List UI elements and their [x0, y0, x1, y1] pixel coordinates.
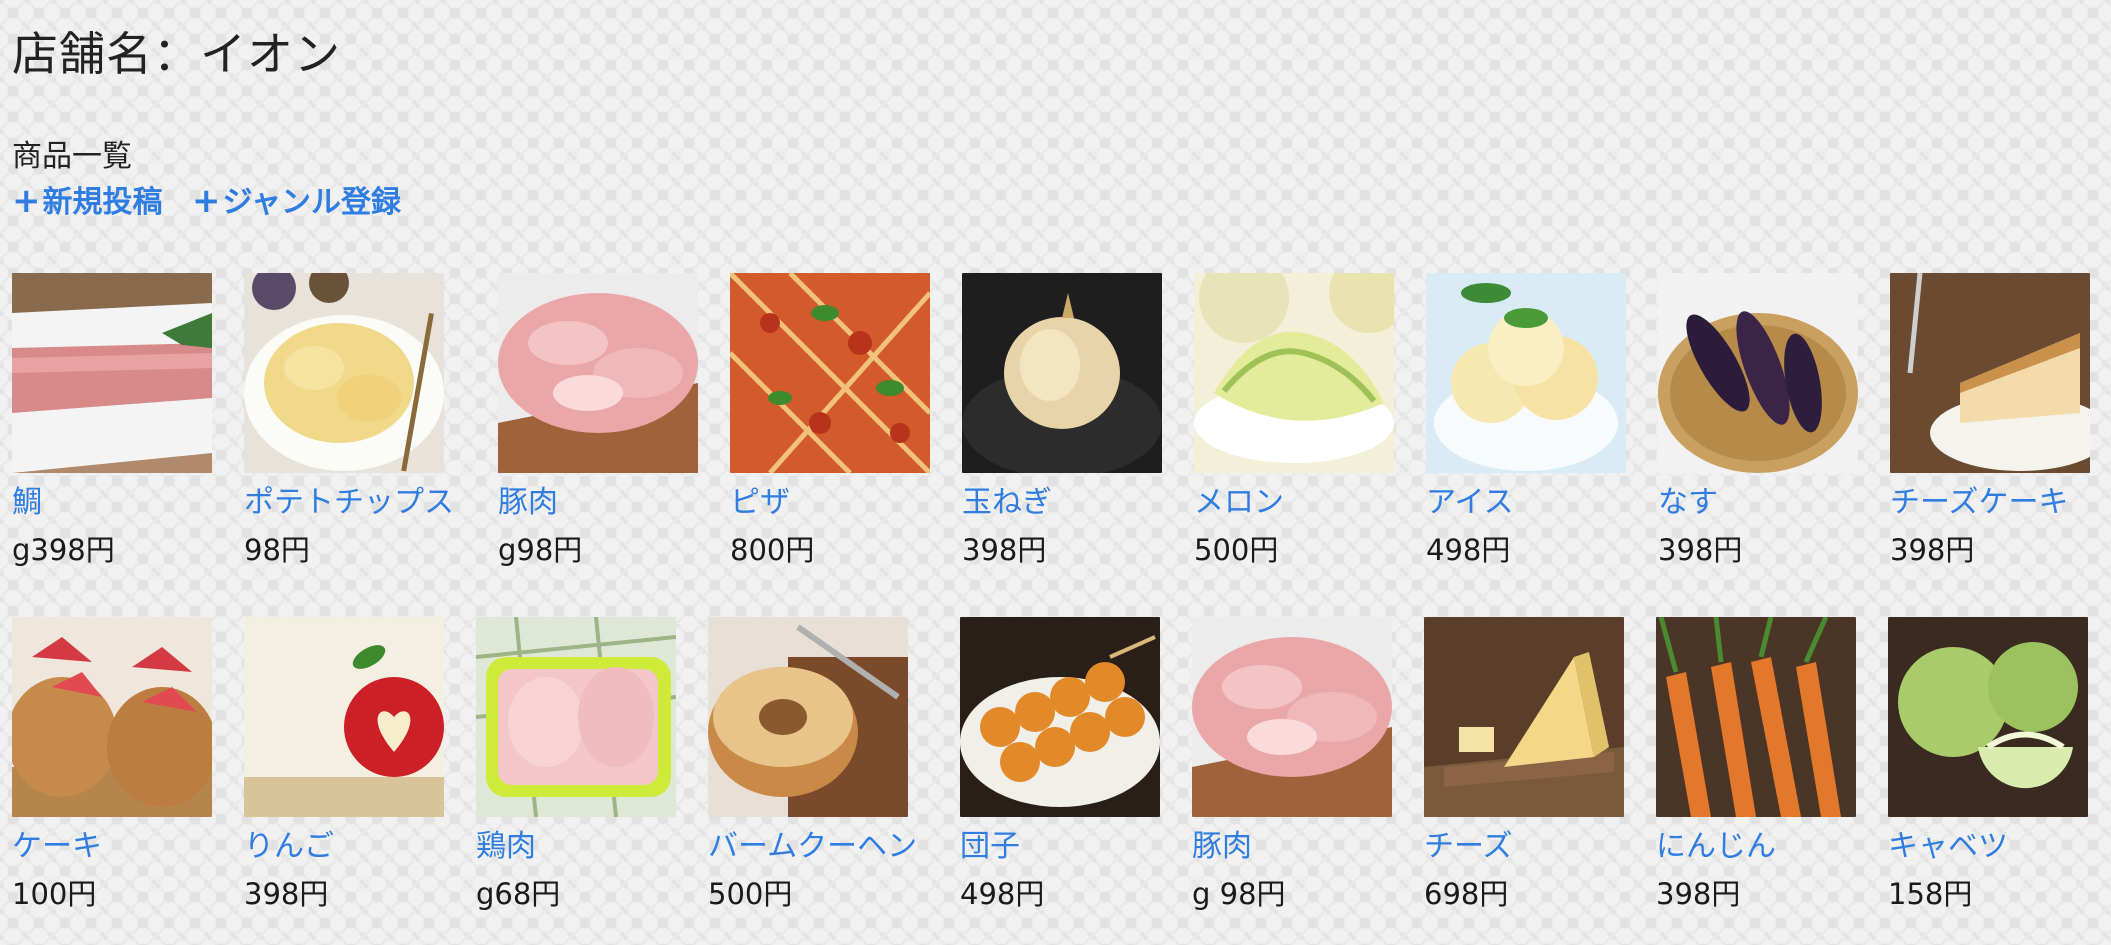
- product-image[interactable]: [244, 617, 444, 817]
- product-image[interactable]: [1426, 273, 1626, 473]
- product-image[interactable]: [498, 273, 698, 473]
- product-image[interactable]: [1888, 617, 2088, 817]
- product-image[interactable]: [12, 617, 212, 817]
- genre-register-link[interactable]: +ジャンル登録: [192, 177, 401, 221]
- product-price: 100円: [12, 877, 97, 911]
- store-title: 店舗名：イオン: [12, 27, 341, 81]
- product-price: 158円: [1888, 877, 1973, 911]
- product-price: 698円: [1424, 877, 1509, 911]
- product-price: 498円: [960, 877, 1045, 911]
- product-name-link[interactable]: 鯛: [12, 477, 42, 521]
- product-image[interactable]: [1424, 617, 1624, 817]
- product-image[interactable]: [476, 617, 676, 817]
- plus-icon: +: [12, 181, 41, 221]
- product-name-link[interactable]: チーズケーキ: [1890, 477, 2069, 521]
- product-name-link[interactable]: メロン: [1194, 477, 1284, 521]
- product-price: g68円: [476, 877, 561, 911]
- product-image[interactable]: [1658, 273, 1858, 473]
- genre-register-label: ジャンル登録: [222, 185, 402, 220]
- product-name-link[interactable]: 鶏肉: [476, 821, 536, 865]
- product-list-heading: 商品一覧: [12, 139, 132, 174]
- product-image[interactable]: [12, 273, 212, 473]
- product-price: 398円: [1658, 533, 1743, 567]
- product-name-link[interactable]: なす: [1658, 477, 1718, 521]
- new-post-link[interactable]: +新規投稿: [12, 177, 163, 221]
- product-name-link[interactable]: チーズ: [1424, 821, 1513, 865]
- product-price: 800円: [730, 533, 815, 567]
- product-price: 398円: [244, 877, 329, 911]
- product-price: 500円: [1194, 533, 1279, 567]
- product-name-link[interactable]: 団子: [960, 821, 1020, 865]
- product-image[interactable]: [730, 273, 930, 473]
- product-image[interactable]: [244, 273, 444, 473]
- product-image[interactable]: [1890, 273, 2090, 473]
- product-image[interactable]: [708, 617, 908, 817]
- product-price: 500円: [708, 877, 793, 911]
- product-price: 98円: [244, 533, 310, 567]
- product-name-link[interactable]: 玉ねぎ: [962, 477, 1052, 521]
- product-name-link[interactable]: 豚肉: [498, 477, 558, 521]
- plus-icon: +: [192, 181, 221, 221]
- product-price: 398円: [1656, 877, 1741, 911]
- product-name-link[interactable]: 豚肉: [1192, 821, 1252, 865]
- product-image[interactable]: [962, 273, 1162, 473]
- product-name-link[interactable]: バームクーヘン: [708, 821, 917, 865]
- product-image[interactable]: [1192, 617, 1392, 817]
- product-price: 398円: [1890, 533, 1975, 567]
- product-price: g 98円: [1192, 877, 1286, 911]
- product-name-link[interactable]: ポテトチップス: [244, 477, 454, 521]
- new-post-label: 新規投稿: [42, 185, 163, 220]
- product-price: 498円: [1426, 533, 1511, 567]
- product-image[interactable]: [1656, 617, 1856, 817]
- product-name-link[interactable]: アイス: [1426, 477, 1514, 521]
- product-price: g398円: [12, 533, 115, 567]
- product-name-link[interactable]: ケーキ: [12, 821, 102, 865]
- product-price: 398円: [962, 533, 1047, 567]
- product-image[interactable]: [1194, 273, 1394, 473]
- product-price: g98円: [498, 533, 583, 567]
- product-name-link[interactable]: にんじん: [1656, 821, 1776, 865]
- product-image[interactable]: [960, 617, 1160, 817]
- product-name-link[interactable]: ピザ: [730, 477, 790, 521]
- product-name-link[interactable]: キャベツ: [1888, 821, 2008, 865]
- product-name-link[interactable]: りんご: [244, 821, 334, 865]
